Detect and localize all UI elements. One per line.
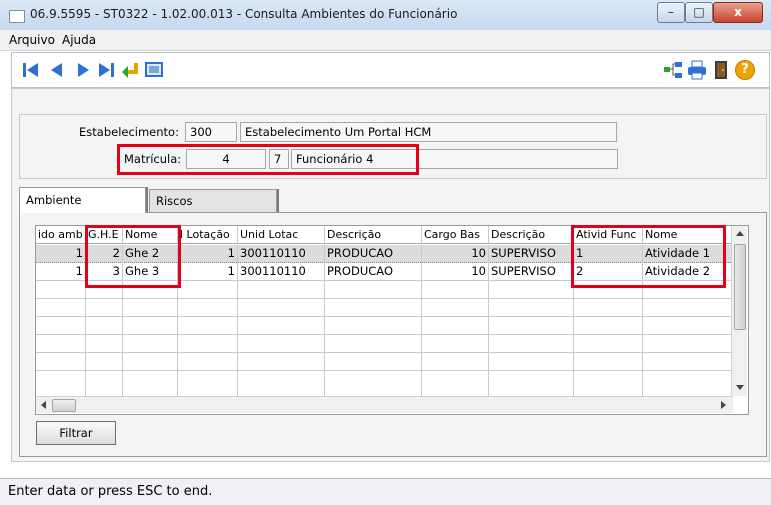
scroll-left-icon[interactable] xyxy=(41,401,46,409)
filtrar-button[interactable]: Filtrar xyxy=(36,421,116,445)
last-record-icon[interactable] xyxy=(96,60,116,80)
col-header[interactable]: Cargo Bas xyxy=(422,226,489,244)
col-header[interactable]: ido amb xyxy=(36,226,86,244)
col-header[interactable]: Descrição xyxy=(325,226,422,244)
grid-line xyxy=(36,352,733,353)
title-bar: 06.9.5595 - ST0322 - 1.02.00.013 - Consu… xyxy=(0,0,771,31)
help-icon[interactable]: ? xyxy=(735,60,755,80)
horizontal-scroll-thumb[interactable] xyxy=(52,399,76,412)
estabelecimento-code-field[interactable]: 300 xyxy=(185,122,237,142)
grid-vline xyxy=(488,245,489,396)
horizontal-scrollbar[interactable] xyxy=(36,396,733,413)
atividade-highlight xyxy=(571,225,726,288)
grid-vline xyxy=(421,245,422,396)
grid-vline xyxy=(237,245,238,396)
close-button[interactable]: x xyxy=(713,2,763,23)
print-icon[interactable] xyxy=(687,60,707,80)
maximize-icon: □ xyxy=(693,5,705,19)
cell: 1 xyxy=(178,245,238,261)
cell: 10 xyxy=(422,263,489,279)
cell: 300110110 xyxy=(238,245,325,261)
next-record-icon[interactable] xyxy=(73,60,93,80)
first-record-icon[interactable] xyxy=(21,60,41,80)
return-icon[interactable] xyxy=(120,60,140,80)
cell: SUPERVISO xyxy=(489,263,574,279)
scroll-up-icon[interactable] xyxy=(736,231,744,236)
menu-ajuda[interactable]: Ajuda xyxy=(62,33,96,47)
status-text: Enter data or press ESC to end. xyxy=(8,484,213,499)
matricula-highlight xyxy=(117,144,419,175)
col-header[interactable]: l Lotação xyxy=(178,226,238,244)
tab-join xyxy=(20,211,145,213)
estabelecimento-label: Estabelecimento: xyxy=(79,125,179,139)
previous-record-icon[interactable] xyxy=(47,60,67,80)
col-header[interactable]: Unid Lotac xyxy=(238,226,325,244)
close-icon: x xyxy=(734,5,742,19)
grid-line xyxy=(36,298,733,299)
scroll-down-icon[interactable] xyxy=(736,385,744,390)
vertical-scroll-thumb[interactable] xyxy=(734,244,746,330)
col-header[interactable]: Descrição xyxy=(489,226,574,244)
window-title: 06.9.5595 - ST0322 - 1.02.00.013 - Consu… xyxy=(30,7,458,21)
ghe-highlight xyxy=(85,225,181,288)
cell: 10 xyxy=(422,245,489,261)
menu-bar: Arquivo Ajuda xyxy=(0,30,771,51)
minimize-icon: – xyxy=(668,5,674,19)
system-menu-icon[interactable] xyxy=(9,10,25,23)
minimize-button[interactable]: – xyxy=(657,2,685,23)
grid-vline xyxy=(324,245,325,396)
maximize-button[interactable]: □ xyxy=(685,2,713,23)
grid-line xyxy=(36,370,733,371)
grid-line xyxy=(36,334,733,335)
vertical-scrollbar[interactable] xyxy=(731,226,747,396)
cell: PRODUCAO xyxy=(325,263,422,279)
grid-line xyxy=(36,316,733,317)
toolbar: ? xyxy=(11,52,770,88)
exit-door-icon[interactable] xyxy=(711,60,731,80)
cell: 1 xyxy=(36,245,86,261)
cell: 300110110 xyxy=(238,263,325,279)
status-bar: Enter data or press ESC to end. xyxy=(0,478,771,505)
tab-ambiente[interactable]: Ambiente xyxy=(19,187,146,213)
scroll-right-icon[interactable] xyxy=(721,401,726,409)
menu-arquivo[interactable]: Arquivo xyxy=(9,33,55,47)
cell: SUPERVISO xyxy=(489,245,574,261)
cell: PRODUCAO xyxy=(325,245,422,261)
cell: 1 xyxy=(178,263,238,279)
estabelecimento-name-field: Estabelecimento Um Portal HCM xyxy=(240,122,617,142)
cell: 1 xyxy=(36,263,86,279)
hierarchy-icon[interactable] xyxy=(663,60,683,80)
zoom-screen-icon[interactable] xyxy=(144,60,164,80)
tab-riscos[interactable]: Riscos xyxy=(149,189,277,213)
